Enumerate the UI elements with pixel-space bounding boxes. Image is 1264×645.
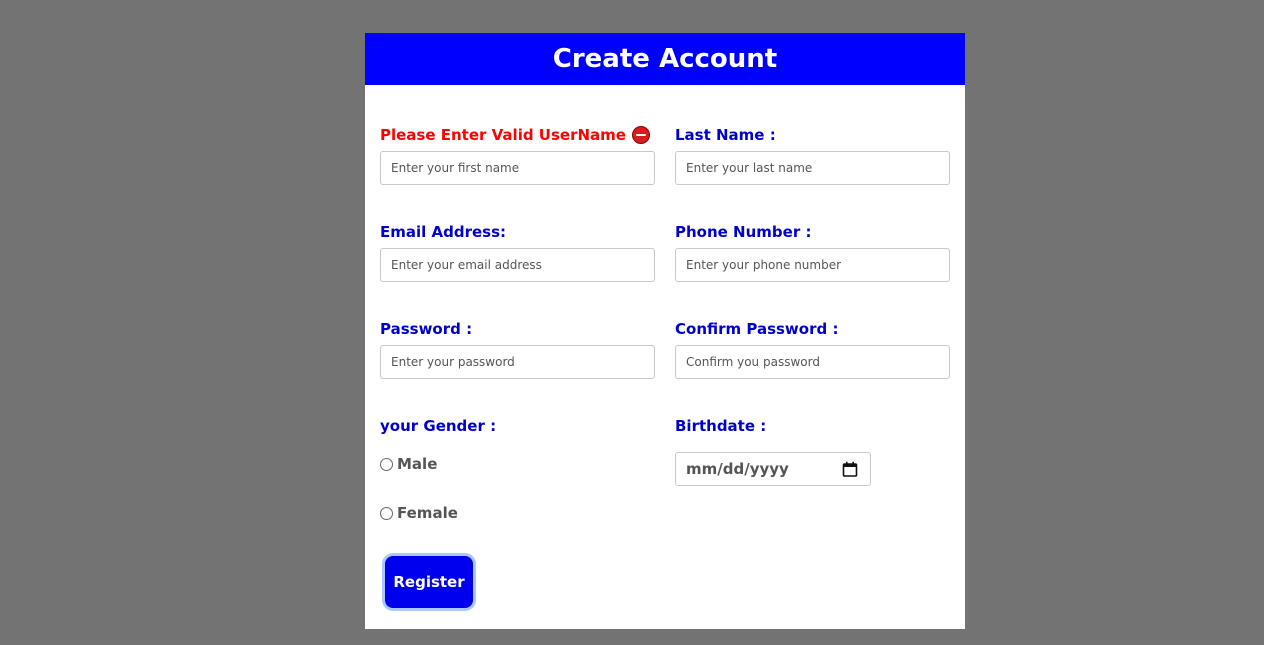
password-label: Password : [380,320,473,338]
confirm-password-input[interactable] [675,345,950,379]
last-name-label-wrap: Last Name : [675,126,776,144]
last-name-label: Last Name : [675,126,776,144]
male-radio[interactable] [380,457,393,471]
last-name-input[interactable] [675,151,950,185]
gender-label-wrap: your Gender : [380,417,496,435]
register-button[interactable]: Register [385,556,473,608]
phone-label: Phone Number : [675,223,812,241]
first-name-error-text: Please Enter Valid UserName [380,126,626,144]
page-title: Create Account [365,33,965,85]
gender-label: your Gender : [380,417,497,435]
password-input[interactable] [380,345,655,379]
birthdate-label: Birthdate : [675,417,767,435]
first-name-label: Please Enter Valid UserName [380,126,650,144]
email-label: Email Address: [380,223,507,241]
calendar-icon[interactable] [842,461,858,477]
male-label: Male [397,455,438,473]
first-name-error-label: Please Enter Valid UserName [380,126,650,144]
birthdate-placeholder: mm/dd/yyyy [686,460,789,478]
birthdate-label-wrap: Birthdate : [675,417,766,435]
female-label: Female [397,504,458,522]
phone-input[interactable] [675,248,950,282]
gender-option-female[interactable]: Female [380,504,458,522]
email-label-wrap: Email Address: [380,223,506,241]
email-input[interactable] [380,248,655,282]
first-name-input[interactable] [380,151,655,185]
confirm-password-label: Confirm Password : [675,320,839,338]
female-radio[interactable] [380,506,393,520]
gender-option-male[interactable]: Male [380,455,437,473]
phone-label-wrap: Phone Number : [675,223,811,241]
birthdate-input[interactable]: mm/dd/yyyy [675,452,871,486]
confirm-password-label-wrap: Confirm Password : [675,320,838,338]
password-label-wrap: Password : [380,320,472,338]
no-entry-icon [631,126,650,144]
create-account-card: Create Account Please Enter Valid UserNa… [365,33,965,629]
